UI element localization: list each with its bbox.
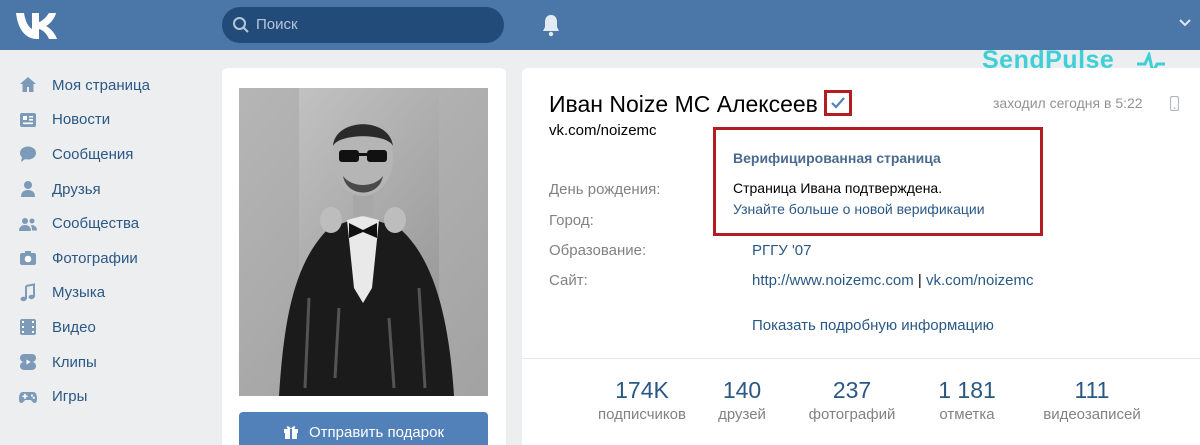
sidebar-item-label: Друзья <box>52 180 101 198</box>
bell-icon[interactable] <box>540 13 562 37</box>
education-label: Образование: <box>549 242 647 259</box>
chevron-down-icon[interactable] <box>1178 18 1192 28</box>
tooltip-title: Верифицированная страница <box>733 150 941 166</box>
stat-label: подписчиков <box>598 406 686 423</box>
home-icon <box>18 75 38 95</box>
sidebar-item-games[interactable]: Игры <box>14 379 204 414</box>
sidebar-item-messages[interactable]: Сообщения <box>14 137 204 172</box>
stat-number: 111 <box>1074 377 1110 403</box>
vk-logo-icon[interactable] <box>14 9 60 39</box>
site-link-website[interactable]: http://www.noizemc.com <box>752 272 914 289</box>
site-label: Сайт: <box>549 272 588 289</box>
sidebar-item-label: Сообщения <box>52 145 134 163</box>
verified-check-icon <box>831 97 845 109</box>
sidebar: Моя страница Новости Сообщения Друзья Со… <box>14 68 204 414</box>
sidebar-item-video[interactable]: Видео <box>14 310 204 345</box>
sidebar-item-label: Игры <box>52 388 88 406</box>
stat-label: видеозаписей <box>1043 406 1141 423</box>
sidebar-item-music[interactable]: Музыка <box>14 276 204 311</box>
tooltip-learn-more-link[interactable]: Узнайте больше о новой верификации <box>733 201 985 217</box>
news-icon <box>18 110 38 130</box>
avatar-card: Отправить подарок <box>222 68 506 445</box>
stat-label: фотографий <box>808 406 896 423</box>
sidebar-item-label: Фотографии <box>52 249 138 267</box>
sidebar-item-label: Моя страница <box>52 76 150 94</box>
search-icon <box>233 17 249 33</box>
verification-tooltip: Верифицированная страница Страница Ивана… <box>713 127 1043 236</box>
stat-videos[interactable]: 111 видеозаписей <box>1027 376 1157 426</box>
gamepad-icon <box>18 387 38 407</box>
education-value[interactable]: РГГУ '07 <box>752 242 812 259</box>
tooltip-text: Страница Ивана подтверждена. <box>733 180 943 196</box>
clips-icon <box>18 352 38 372</box>
search-placeholder: Поиск <box>256 16 298 33</box>
music-icon <box>18 283 38 303</box>
stat-number: 1 181 <box>938 377 996 403</box>
gift-icon <box>283 426 298 439</box>
stat-friends[interactable]: 140 друзей <box>702 376 782 426</box>
profile-photo-image <box>239 88 488 396</box>
search-input[interactable]: Поиск <box>222 7 504 43</box>
stat-tags[interactable]: 1 181 отметка <box>922 376 1012 426</box>
stat-label: отметка <box>939 406 995 423</box>
site-links: http://www.noizemc.com | vk.com/noizemc <box>752 272 1034 289</box>
last-seen-status: заходил сегодня в 5:22 <box>993 95 1143 111</box>
stat-number: 140 <box>722 377 762 403</box>
divider <box>522 358 1200 359</box>
communities-icon <box>18 214 38 234</box>
sidebar-item-clips[interactable]: Клипы <box>14 345 204 380</box>
profile-card: Иван Noize MC Алексеев заходил сегодня в… <box>522 68 1200 445</box>
send-gift-label: Отправить подарок <box>308 423 445 441</box>
stat-label: друзей <box>718 406 766 423</box>
sidebar-item-label: Клипы <box>52 353 97 371</box>
profile-name: Иван Noize MC Алексеев <box>549 91 818 117</box>
sidebar-item-communities[interactable]: Сообщества <box>14 206 204 241</box>
stat-number: 174K <box>615 377 669 403</box>
stat-followers[interactable]: 174K подписчиков <box>582 376 702 426</box>
top-bar: Поиск <box>0 0 1200 50</box>
sidebar-item-label: Новости <box>52 111 111 129</box>
profile-photo[interactable] <box>239 88 488 396</box>
video-icon <box>18 317 38 337</box>
mobile-phone-icon <box>1170 96 1179 111</box>
sidebar-item-friends[interactable]: Друзья <box>14 172 204 207</box>
sidebar-item-photos[interactable]: Фотографии <box>14 241 204 276</box>
sidebar-item-label: Сообщества <box>52 215 140 233</box>
city-label: Город: <box>549 212 594 229</box>
send-gift-button[interactable]: Отправить подарок <box>239 412 488 445</box>
sidebar-item-label: Видео <box>52 318 96 336</box>
birthday-label: День рождения: <box>549 181 661 198</box>
stat-photos[interactable]: 237 фотографий <box>802 376 902 426</box>
camera-icon <box>18 248 38 268</box>
sidebar-item-news[interactable]: Новости <box>14 103 204 138</box>
messages-icon <box>18 144 38 164</box>
friends-icon <box>18 179 38 199</box>
show-more-info-link[interactable]: Показать подробную информацию <box>752 317 994 334</box>
sidebar-item-label: Музыка <box>52 284 106 302</box>
profile-short-link[interactable]: vk.com/noizemc <box>549 122 657 139</box>
site-separator: | <box>917 272 922 289</box>
site-link-vk[interactable]: vk.com/noizemc <box>926 272 1034 289</box>
stat-number: 237 <box>832 377 872 403</box>
sidebar-item-my-page[interactable]: Моя страница <box>14 68 204 103</box>
verified-badge-highlight[interactable] <box>824 90 852 116</box>
